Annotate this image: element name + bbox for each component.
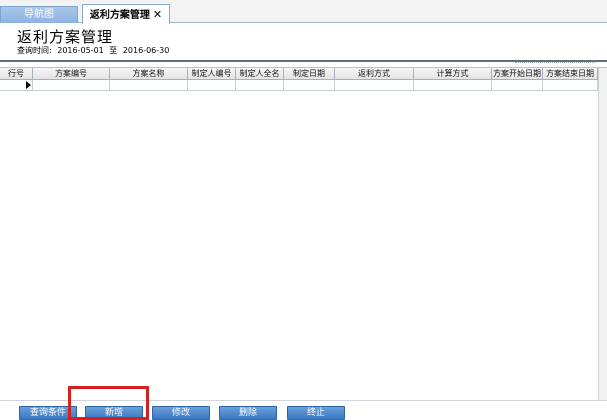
column-header-created-date[interactable]: 制定日期 — [284, 68, 335, 80]
table-cell[interactable] — [236, 80, 284, 91]
column-header-creator-name[interactable]: 制定人全名 — [236, 68, 284, 80]
grid-header: 行号 方案编号 方案名称 制定人编号 制定人全名 制定日期 返利方式 计算方式 … — [0, 68, 607, 80]
close-icon[interactable]: ✕ — [153, 8, 162, 21]
table-cell[interactable] — [110, 80, 188, 91]
tab-navigation-map[interactable]: 导航图 — [0, 6, 78, 23]
column-header-rebate-method[interactable]: 返利方式 — [335, 68, 414, 80]
column-header-row-number[interactable]: 行号 — [0, 68, 33, 80]
tab-bar: 导航图 返利方案管理 ✕ — [0, 0, 607, 24]
highlight-box — [68, 386, 149, 420]
column-header-plan-name[interactable]: 方案名称 — [110, 68, 188, 80]
column-header-start-date[interactable]: 方案开始日期 — [492, 68, 543, 80]
table-cell[interactable] — [0, 80, 33, 91]
query-date-from: 2016-05-01 — [57, 46, 104, 55]
table-cell[interactable] — [543, 80, 598, 91]
table-cell[interactable] — [284, 80, 335, 91]
delete-button[interactable]: 删除 — [219, 406, 277, 420]
column-header-calc-method[interactable]: 计算方式 — [414, 68, 492, 80]
column-header-plan-code[interactable]: 方案编号 — [33, 68, 110, 80]
query-time-label: 查询时间: — [17, 46, 52, 55]
vertical-scrollbar[interactable] — [598, 68, 607, 401]
table-cell[interactable] — [335, 80, 414, 91]
table-cell[interactable] — [33, 80, 110, 91]
stop-button[interactable]: 终止 — [287, 406, 345, 420]
edit-button[interactable]: 修改 — [152, 406, 210, 420]
tab-rebate-plan-management[interactable]: 返利方案管理 ✕ — [82, 4, 170, 24]
table-cell[interactable] — [414, 80, 492, 91]
query-to-word: 至 — [109, 46, 118, 55]
column-header-end-date[interactable]: 方案结束日期 — [543, 68, 598, 80]
rebate-plan-grid: 行号 方案编号 方案名称 制定人编号 制定人全名 制定日期 返利方式 计算方式 … — [0, 67, 607, 401]
row-pointer-icon — [26, 81, 31, 89]
table-row[interactable] — [0, 80, 600, 91]
table-cell[interactable] — [188, 80, 236, 91]
column-header-creator-code[interactable]: 制定人编号 — [188, 68, 236, 80]
query-date-to: 2016-06-30 — [122, 46, 170, 55]
page-title: 返利方案管理 — [17, 28, 114, 46]
tab-navigation-map-label: 导航图 — [24, 9, 54, 20]
tab-rebate-plan-label: 返利方案管理 — [89, 10, 150, 21]
table-cell[interactable] — [492, 80, 543, 91]
splitter-grip[interactable] — [515, 62, 595, 65]
query-time-line: 查询时间: 2016-05-01 至 2016-06-30 — [17, 45, 172, 56]
